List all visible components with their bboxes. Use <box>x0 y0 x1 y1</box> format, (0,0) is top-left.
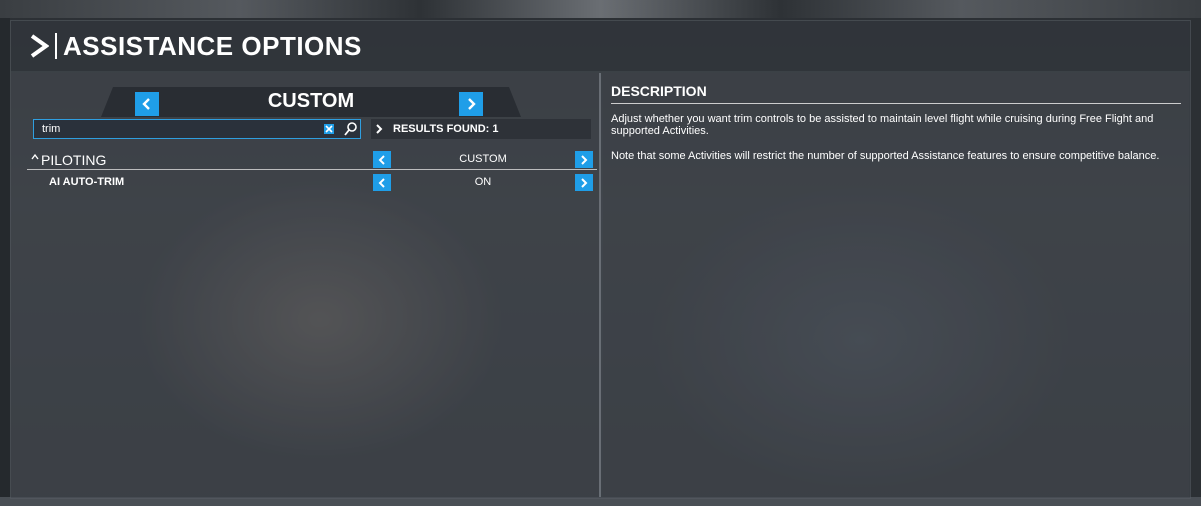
description-note: Note that some Activities will restrict … <box>611 150 1160 162</box>
chevron-right-icon <box>581 154 588 165</box>
chevron-right-icon <box>581 177 588 188</box>
chevron-left-icon <box>378 177 385 188</box>
option-row-ai-auto-trim[interactable]: AI AUTO-TRIM ON <box>27 172 597 192</box>
background-top <box>0 0 1201 18</box>
section-next-button[interactable] <box>575 151 593 168</box>
section-row-piloting[interactable]: PILOTING CUSTOM <box>27 149 597 170</box>
chevron-left-icon <box>378 154 385 165</box>
results-count: RESULTS FOUND: 1 <box>371 119 591 139</box>
background-left <box>0 18 10 506</box>
chevron-left-icon <box>142 98 150 110</box>
option-label: AI AUTO-TRIM <box>49 176 125 188</box>
chevron-right-icon <box>468 98 476 110</box>
results-text: RESULTS FOUND: 1 <box>393 123 499 135</box>
description-pane: DESCRIPTION Adjust whether you want trim… <box>603 73 1189 497</box>
option-value: ON <box>474 176 492 188</box>
close-icon <box>325 125 333 133</box>
section-prev-button[interactable] <box>373 151 391 168</box>
section-value: CUSTOM <box>459 153 507 165</box>
search-icon[interactable] <box>344 121 358 137</box>
preset-next-button[interactable] <box>459 92 483 116</box>
description-text: Adjust whether you want trim controls to… <box>611 113 1154 137</box>
title-bar: ASSISTANCE OPTIONS <box>11 21 1190 71</box>
section-label: PILOTING <box>41 152 107 168</box>
page-title: ASSISTANCE OPTIONS <box>63 30 362 61</box>
title-separator <box>55 33 57 59</box>
preset-label: CUSTOM <box>267 90 355 112</box>
search-input[interactable] <box>42 121 312 137</box>
chevron-right-icon <box>375 124 385 134</box>
search-box <box>33 119 361 139</box>
preset-prev-button[interactable] <box>135 92 159 116</box>
clear-search-button[interactable] <box>324 124 334 134</box>
assistance-options-panel: ASSISTANCE OPTIONS CUSTOM RESULTS FOUND:… <box>10 20 1191 499</box>
chevron-right-icon <box>29 33 51 59</box>
option-prev-button[interactable] <box>373 174 391 191</box>
description-divider <box>611 103 1181 104</box>
option-next-button[interactable] <box>575 174 593 191</box>
description-title: DESCRIPTION <box>611 83 707 99</box>
options-pane: CUSTOM RESULTS FOUND: 1 PILOTING <box>11 73 601 497</box>
collapse-caret-icon[interactable] <box>31 153 39 164</box>
